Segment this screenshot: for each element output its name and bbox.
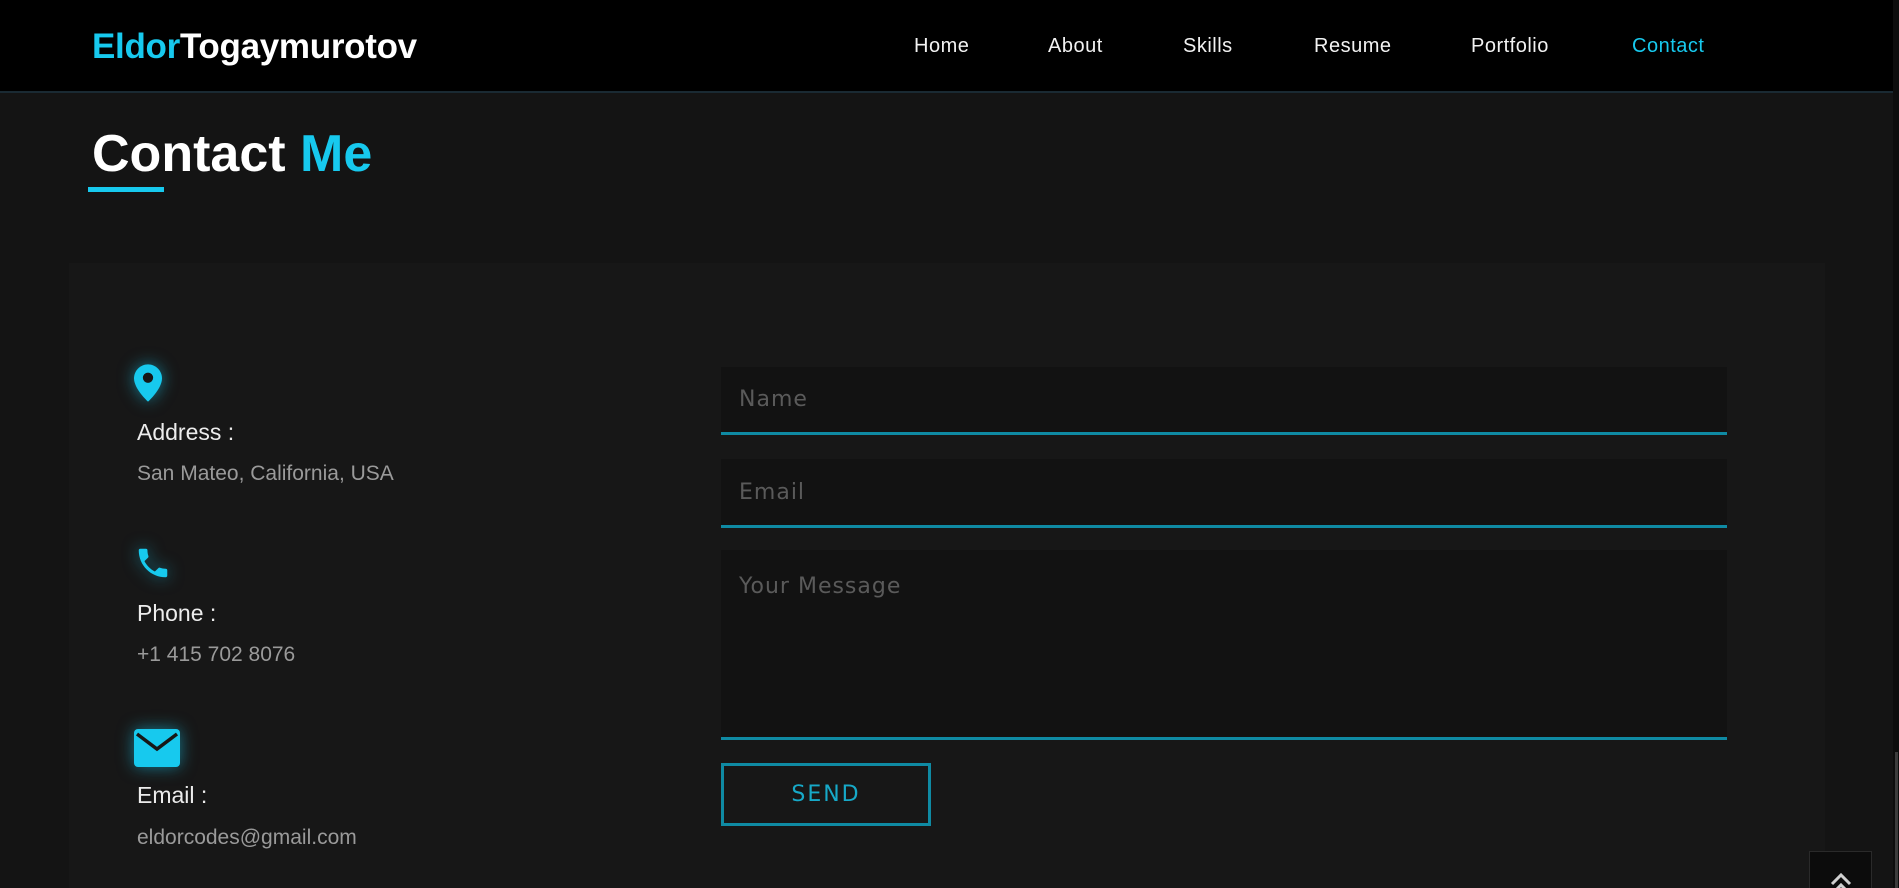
logo-last-name: Togaymurotov [179,27,417,66]
double-chevron-up-icon [1830,872,1852,888]
page: EldorTogaymurotov Home About Skills Resu… [0,0,1899,888]
location-pin-icon [134,364,162,407]
message-textarea[interactable] [721,550,1727,740]
nav-portfolio[interactable]: Portfolio [1471,34,1549,58]
scrollbar-thumb[interactable] [1895,752,1898,888]
nav-contact[interactable]: Contact [1632,34,1704,58]
nav-skills[interactable]: Skills [1183,34,1233,58]
section-title-accent: Me [300,125,373,183]
envelope-icon [134,729,180,772]
nav-about[interactable]: About [1048,34,1103,58]
nav-resume[interactable]: Resume [1314,34,1391,58]
address-label: Address : [137,419,235,445]
site-logo[interactable]: EldorTogaymurotov [92,27,417,67]
scroll-to-top-button[interactable] [1809,851,1872,888]
logo-first-name: Eldor [92,27,180,66]
name-input[interactable] [721,367,1727,435]
phone-label: Phone : [137,600,217,626]
section-title: Contact Me [92,126,372,182]
email-value: eldorcodes@gmail.com [137,826,357,849]
section-title-main: Contact [92,125,286,183]
phone-value: +1 415 702 8076 [137,643,296,666]
address-value: San Mateo, California, USA [137,462,394,485]
title-underline [88,187,164,192]
navbar: EldorTogaymurotov Home About Skills Resu… [0,0,1899,93]
email-input[interactable] [721,459,1727,528]
nav-home[interactable]: Home [914,34,969,58]
email-label: Email : [137,782,208,808]
send-button[interactable]: SEND [721,763,931,826]
phone-icon [134,544,172,587]
